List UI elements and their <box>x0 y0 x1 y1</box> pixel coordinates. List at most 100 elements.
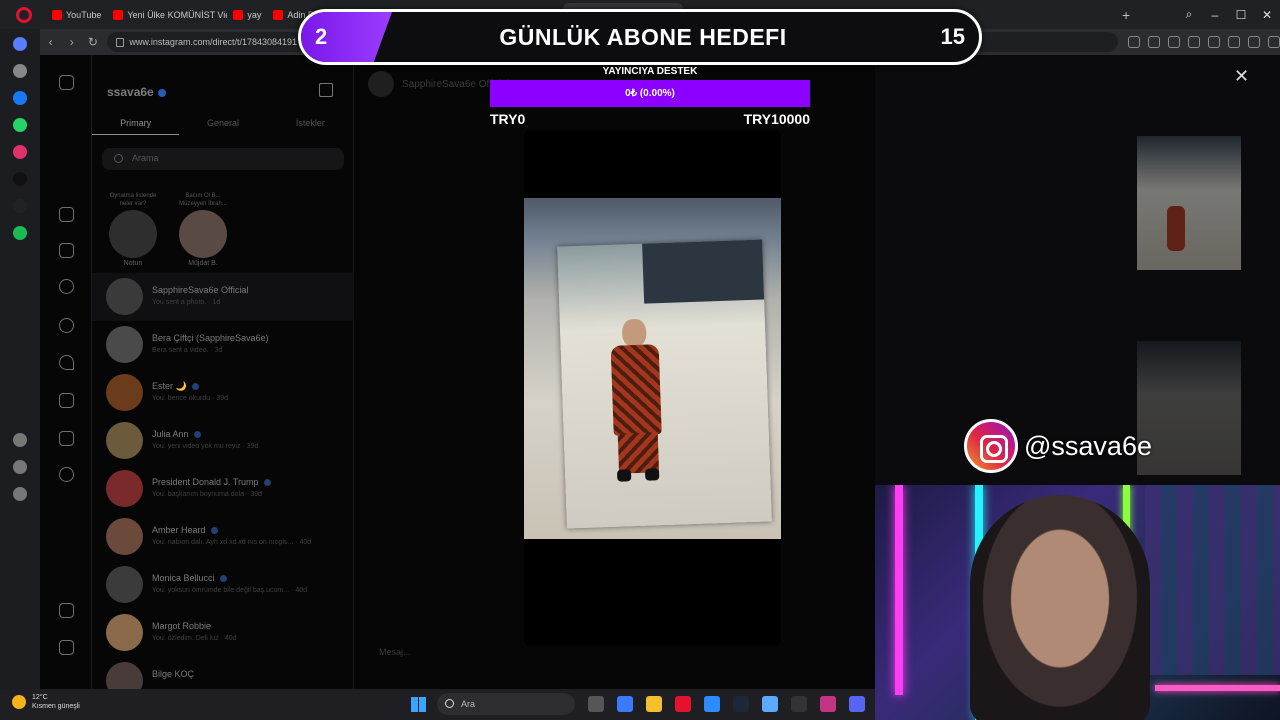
messages-icon[interactable] <box>59 279 74 294</box>
conversation-list-panel: ssava6e Primary General İstekler Arama O… <box>92 55 354 699</box>
conversation-preview: You: bence okurdu · 39d <box>152 395 229 402</box>
goal-target: 15 <box>940 24 965 49</box>
conversation-item[interactable]: Monica Bellucci You: yoksun ömrümde bile … <box>92 561 354 609</box>
extension-icon[interactable] <box>1147 36 1160 48</box>
chat-header[interactable]: SapphireSava6e Official <box>368 71 509 97</box>
donation-max: TRY10000 <box>743 111 810 127</box>
more-icon[interactable] <box>13 487 27 501</box>
app-icon[interactable] <box>762 696 778 712</box>
instagram-logo-icon[interactable] <box>59 75 74 90</box>
dashboard-icon[interactable] <box>59 431 74 446</box>
create-icon[interactable] <box>59 393 74 408</box>
whatsapp-icon[interactable] <box>13 118 27 132</box>
profile-icon[interactable] <box>59 467 74 482</box>
account-switcher[interactable]: ssava6e <box>107 85 166 99</box>
media-thumbnail[interactable] <box>1137 341 1241 475</box>
minimize-icon[interactable]: – <box>1202 8 1228 22</box>
conversation-item[interactable]: Ester 🌙 You: bence okurdu · 39d <box>92 369 354 417</box>
new-tab-icon[interactable]: + <box>1122 7 1130 23</box>
instagram-icon[interactable] <box>820 696 836 712</box>
extension-icon[interactable] <box>1167 36 1180 48</box>
folder-icon[interactable] <box>646 696 662 712</box>
note-label: Notun <box>123 260 143 267</box>
conversation-item[interactable]: Julia Ann You: yeni video yok mu reyiz · … <box>92 417 354 465</box>
search-input[interactable]: Arama <box>102 148 344 170</box>
close-viewer-icon[interactable]: ✕ <box>1234 66 1249 87</box>
browser-tab[interactable]: Yeni Ülke KOMÜNİST Viet <box>107 3 227 27</box>
back-icon[interactable]: ‹ <box>40 35 61 49</box>
spotify-icon[interactable] <box>13 226 27 240</box>
discord-icon[interactable] <box>849 696 865 712</box>
clock-icon[interactable] <box>13 460 27 474</box>
extension-icon[interactable] <box>1187 36 1200 48</box>
reload-icon[interactable]: ↻ <box>82 35 103 49</box>
messenger-icon[interactable] <box>13 91 27 105</box>
extension-icon[interactable] <box>1267 36 1280 48</box>
menu-icon[interactable] <box>59 603 74 618</box>
maximize-icon[interactable]: ☐ <box>1228 8 1254 22</box>
extension-icon[interactable] <box>1127 36 1140 48</box>
steam-icon[interactable] <box>733 696 749 712</box>
weather-widget[interactable]: 12°C Kısmen güneşli <box>12 693 80 711</box>
tab-favicon-icon <box>113 9 124 20</box>
conversation-item[interactable]: Bera Çiftçi (SapphireSava6e) Bera sent a … <box>92 321 354 369</box>
star-icon[interactable] <box>13 64 27 78</box>
conversation-name-text: Bera Çiftçi (SapphireSava6e) <box>152 333 269 343</box>
forward-icon[interactable]: › <box>61 35 82 49</box>
conversation-item[interactable]: Amber Heard You: nabıon dalı. Ayh xd xd x… <box>92 513 354 561</box>
obs-icon[interactable] <box>791 696 807 712</box>
message-input[interactable]: Mesaj... <box>379 647 411 657</box>
extension-icon[interactable] <box>1247 36 1260 48</box>
streamer <box>970 495 1150 720</box>
conversation-preview: You: yoksun ömrümde bile değil baş ucum.… <box>152 587 307 594</box>
store-icon[interactable] <box>704 696 720 712</box>
conversation-name-text: SapphireSava6e Official <box>152 285 249 295</box>
x-icon[interactable] <box>13 199 27 213</box>
instagram-icon[interactable] <box>13 145 27 159</box>
tiktok-icon[interactable] <box>13 172 27 186</box>
copilot-icon[interactable] <box>617 696 633 712</box>
note-item[interactable]: Oynatma listende neler var? Notun <box>107 192 159 267</box>
tab-requests[interactable]: İstekler <box>267 115 354 135</box>
extension-icon[interactable] <box>1207 36 1220 48</box>
browser-tab[interactable]: yay <box>227 3 267 27</box>
conversation-item[interactable]: SapphireSava6e Official You sent a photo.… <box>92 273 354 321</box>
compose-icon[interactable] <box>319 83 333 97</box>
conversation-name-text: President Donald J. Trump <box>152 477 259 487</box>
tab-primary[interactable]: Primary <box>92 115 180 135</box>
close-window-icon[interactable]: ✕ <box>1254 8 1280 22</box>
file-icon[interactable] <box>588 696 604 712</box>
tab-general[interactable]: General <box>179 115 266 135</box>
username: ssava6e <box>107 85 154 99</box>
opera-logo-icon[interactable] <box>16 6 32 23</box>
reels-icon[interactable] <box>59 243 74 258</box>
taskbar-search[interactable]: Ara <box>437 693 575 715</box>
goal-title: GÜNLÜK ABONE HEDEFI <box>499 24 787 50</box>
media-thumbnail[interactable] <box>1137 136 1241 270</box>
conversation-name: Amber Heard <box>152 525 218 535</box>
avatar <box>106 614 143 651</box>
home-icon[interactable] <box>59 207 74 222</box>
heart-icon[interactable] <box>13 433 27 447</box>
verified-icon <box>191 383 199 391</box>
conversation-name-text: Margot Robbie <box>152 621 212 631</box>
apps-icon[interactable] <box>59 640 74 655</box>
conversation-preview: Bera sent a video. · 3d <box>152 347 223 354</box>
conversation-name-text: Ester 🌙 <box>152 381 187 391</box>
extension-icon[interactable] <box>1227 36 1240 48</box>
shared-photo[interactable] <box>524 198 781 539</box>
opera-icon[interactable] <box>675 696 691 712</box>
tab-label: Yeni Ülke KOMÜNİST Viet <box>127 9 228 20</box>
notifications-icon[interactable] <box>59 355 74 370</box>
browser-sidebar <box>0 29 40 689</box>
verified-icon <box>263 479 271 487</box>
browser-tab[interactable]: YouTube <box>46 3 107 27</box>
search-icon[interactable] <box>59 318 74 333</box>
conversation-item[interactable]: Margot Robbie You: özledim. Deli luz · 40… <box>92 609 354 657</box>
home-icon[interactable] <box>13 37 27 51</box>
start-icon[interactable] <box>411 697 426 712</box>
search-tabs-icon[interactable]: ⌕ <box>1176 7 1202 22</box>
conversation-preview: You: yeni video yok mu reyiz · 39d <box>152 443 259 450</box>
note-item[interactable]: Bacım Ol B... Müzeyyen İbrah... Müjdat B… <box>177 192 229 267</box>
conversation-item[interactable]: President Donald J. Trump You: başkanım b… <box>92 465 354 513</box>
